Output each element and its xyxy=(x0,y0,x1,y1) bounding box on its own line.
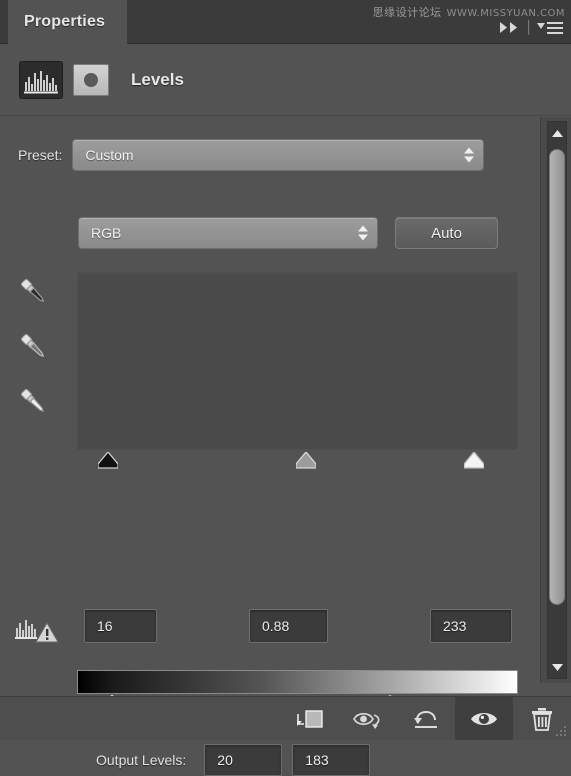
input-midtone-value: 0.88 xyxy=(262,618,290,634)
input-highlight-slider[interactable] xyxy=(463,452,484,469)
input-shadow-field[interactable]: 16 xyxy=(84,609,157,643)
scroll-up-arrow-icon[interactable] xyxy=(547,121,567,145)
stepper-arrows-icon xyxy=(358,225,368,241)
output-white-field[interactable]: 183 xyxy=(292,744,371,776)
scrollbar-thumb[interactable] xyxy=(549,149,565,605)
adjustment-header: Levels xyxy=(0,44,571,116)
histogram-display[interactable] xyxy=(77,272,518,450)
output-black-field[interactable]: 20 xyxy=(204,744,283,776)
trash-icon xyxy=(529,706,555,732)
panel-controls xyxy=(499,20,563,35)
adjustment-toolbar xyxy=(0,696,571,740)
eye-previous-state-icon xyxy=(352,707,384,731)
output-black-value: 20 xyxy=(217,752,233,768)
output-levels-row: Output Levels: 20 183 xyxy=(96,744,371,776)
scroll-down-arrow-icon[interactable] xyxy=(547,655,567,679)
input-midtone-field[interactable]: 0.88 xyxy=(249,609,328,643)
auto-button[interactable]: Auto xyxy=(395,217,498,249)
eye-icon xyxy=(469,707,499,731)
layer-mask-thumbnail[interactable] xyxy=(73,63,109,96)
output-white-value: 183 xyxy=(305,752,329,768)
watermark-cn-text: 思缘设计论坛 xyxy=(372,6,442,19)
preset-row: Preset: Custom xyxy=(18,139,485,171)
watermark: 思缘设计论坛 WWW.MISSYUAN.COM xyxy=(373,4,565,20)
channel-value: RGB xyxy=(91,225,122,241)
levels-histogram-icon xyxy=(19,60,63,99)
toggle-previous-state-button[interactable] xyxy=(339,697,397,740)
panel-tab-bar: Properties 思缘设计论坛 WWW.MISSYUAN.COM xyxy=(0,0,571,44)
histogram-refresh-warning-icon[interactable] xyxy=(14,615,62,647)
set-black-point-eyedropper[interactable] xyxy=(16,274,52,310)
clip-to-layer-button[interactable] xyxy=(281,697,339,740)
input-highlight-value: 233 xyxy=(443,618,467,634)
tab-properties[interactable]: Properties xyxy=(8,0,128,44)
auto-button-label: Auto xyxy=(431,224,462,242)
reset-arrow-icon xyxy=(411,707,441,731)
set-white-point-eyedropper[interactable] xyxy=(16,384,52,420)
set-gray-point-eyedropper[interactable] xyxy=(16,329,52,365)
double-chevron-right-icon[interactable] xyxy=(499,21,521,34)
channel-row: RGB Auto xyxy=(78,217,498,249)
preset-label: Preset: xyxy=(18,147,63,163)
channel-dropdown[interactable]: RGB xyxy=(78,217,378,249)
resize-grip-icon[interactable] xyxy=(554,724,568,738)
preset-dropdown[interactable]: Custom xyxy=(72,139,485,171)
vertical-scrollbar[interactable] xyxy=(540,117,571,683)
watermark-url-text: WWW.MISSYUAN.COM xyxy=(446,8,565,19)
input-shadow-value: 16 xyxy=(97,618,113,634)
stepper-arrows-icon xyxy=(464,147,475,163)
input-slider-track[interactable] xyxy=(77,452,518,474)
preset-value: Custom xyxy=(85,147,134,163)
input-highlight-field[interactable]: 233 xyxy=(430,609,512,643)
output-levels-label: Output Levels: xyxy=(96,752,187,768)
toggle-visibility-button[interactable] xyxy=(455,697,513,740)
clip-to-layer-icon xyxy=(295,707,325,731)
panel-menu-icon[interactable] xyxy=(537,21,563,34)
eyedropper-group xyxy=(16,274,52,420)
tab-properties-label: Properties xyxy=(24,13,106,30)
input-midtone-slider[interactable] xyxy=(296,452,317,469)
control-divider xyxy=(528,20,530,35)
input-shadow-slider[interactable] xyxy=(97,452,118,469)
mask-dot-icon xyxy=(84,72,98,87)
levels-body: Preset: Custom RGB Auto 16 0.88 233 Outp… xyxy=(0,117,540,776)
output-gradient-bar xyxy=(77,670,518,694)
reset-adjustment-button[interactable] xyxy=(397,697,455,740)
page-title: Levels xyxy=(131,69,184,89)
